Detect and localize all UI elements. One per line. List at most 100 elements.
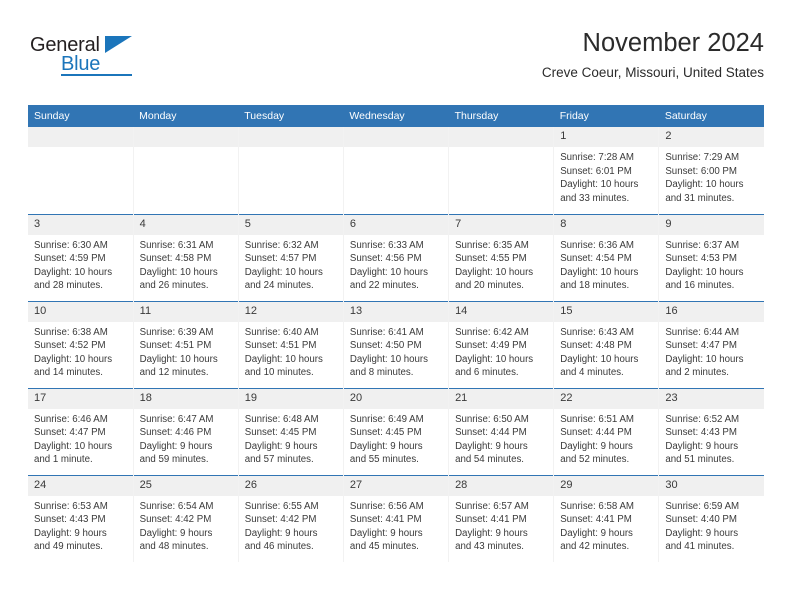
day-cell[interactable]: 7 Sunrise: 6:35 AM Sunset: 4:55 PM Daylight… — [448, 213, 555, 301]
sun-info-line: and 42 minutes. — [560, 541, 630, 553]
day-cell[interactable]: 14 Sunrise: 6:42 AM Sunset: 4:49 PM Dayligh… — [448, 300, 555, 388]
sun-info-line: Sunrise: 7:29 AM — [665, 152, 740, 163]
day-number: 8 — [554, 214, 659, 235]
day-number: 11 — [133, 301, 238, 322]
sun-info: Sunrise: 6:47 AM Sunset: 4:46 PM Daylight:… — [134, 409, 238, 467]
sun-info-line: and 31 minutes. — [665, 192, 735, 204]
sun-info-line: and 18 minutes. — [560, 280, 630, 292]
day-number: 6 — [343, 214, 449, 235]
sun-info-line: Sunrise: 6:35 AM — [455, 239, 529, 251]
sun-info-line: and 33 minutes. — [560, 192, 630, 204]
sun-info: Sunrise: 6:52 AM Sunset: 4:43 PM Daylight:… — [659, 409, 764, 467]
day-cell[interactable]: 5 Sunrise: 6:32 AM Sunset: 4:57 PM Daylight… — [238, 213, 344, 301]
day-cell[interactable]: 11 Sunrise: 6:39 AM Sunset: 4:51 PM Dayligh… — [133, 300, 239, 388]
sun-info-line: Sunset: 4:49 PM — [455, 340, 527, 352]
sun-info: Sunrise: 7:29 AM Sunset: 6:00 PM Daylight:… — [659, 147, 764, 205]
sun-info-line: and 6 minutes. — [455, 367, 519, 379]
sun-info-line: Daylight: 10 hours — [455, 266, 534, 278]
sun-info-line: Sunset: 4:44 PM — [560, 427, 632, 439]
day-cell[interactable]: 2 Sunrise: 7:29 AM Sunset: 6:00 PM Daylight… — [658, 127, 764, 214]
sun-info-line: Sunrise: 6:56 AM — [349, 500, 424, 512]
day-cell-empty — [343, 127, 450, 214]
sun-info-line: Sunrise: 6:32 AM — [244, 239, 319, 251]
sun-info: Sunrise: 6:30 AM Sunset: 4:59 PM Daylight:… — [28, 235, 133, 293]
sun-info-line: and 48 minutes. — [139, 541, 209, 553]
sun-info-line: Sunset: 6:00 PM — [665, 165, 737, 177]
day-number — [343, 127, 449, 147]
sun-info-line: and 4 minutes. — [560, 367, 624, 379]
day-cell[interactable]: 9 Sunrise: 6:37 AM Sunset: 4:53 PM Daylight… — [658, 213, 764, 301]
day-cell[interactable]: 10 Sunrise: 6:38 AM Sunset: 4:52 PM Dayligh… — [28, 300, 134, 388]
day-cell[interactable]: 8 Sunrise: 6:36 AM Sunset: 4:54 PM Daylight… — [553, 213, 660, 301]
sun-info-line: and 16 minutes. — [665, 280, 735, 292]
day-cell-empty — [238, 127, 344, 214]
location-subtitle: Creve Coeur, Missouri, United States — [541, 65, 764, 80]
sun-info-line: Sunrise: 6:40 AM — [244, 326, 319, 338]
day-cell[interactable]: 24 Sunrise: 6:53 AM Sunset: 4:43 PM Dayligh… — [28, 474, 134, 562]
day-cell[interactable]: 16 Sunrise: 6:44 AM Sunset: 4:47 PM Dayligh… — [658, 300, 764, 388]
sun-info-line: Sunrise: 6:30 AM — [34, 239, 108, 251]
day-cell[interactable]: 29 Sunrise: 6:58 AM Sunset: 4:41 PM Dayligh… — [553, 474, 660, 562]
day-cell[interactable]: 15 Sunrise: 6:43 AM Sunset: 4:48 PM Dayligh… — [553, 300, 660, 388]
sun-info: Sunrise: 6:31 AM Sunset: 4:58 PM Daylight:… — [134, 235, 238, 293]
page-header: General Blue November 2024 Creve Coeur, … — [28, 28, 764, 100]
sun-info-line: and 8 minutes. — [349, 367, 414, 379]
sun-info: Sunrise: 6:56 AM Sunset: 4:41 PM Daylight:… — [344, 496, 448, 554]
sun-info-line: and 46 minutes. — [244, 541, 314, 553]
sun-info-line: Sunset: 4:44 PM — [455, 427, 527, 439]
day-cell[interactable]: 30 Sunrise: 6:59 AM Sunset: 4:40 PM Dayligh… — [658, 474, 764, 562]
sun-info — [28, 147, 133, 151]
sun-info: Sunrise: 6:37 AM Sunset: 4:53 PM Daylight:… — [659, 235, 764, 293]
day-cell[interactable]: 21 Sunrise: 6:50 AM Sunset: 4:44 PM Dayligh… — [448, 387, 555, 475]
sun-info-line: and 59 minutes. — [139, 454, 209, 466]
day-cell[interactable]: 20 Sunrise: 6:49 AM Sunset: 4:45 PM Dayligh… — [343, 387, 450, 475]
day-cell[interactable]: 23 Sunrise: 6:52 AM Sunset: 4:43 PM Dayligh… — [658, 387, 764, 475]
day-number: 7 — [449, 214, 554, 235]
day-cell[interactable]: 12 Sunrise: 6:40 AM Sunset: 4:51 PM Dayligh… — [238, 300, 344, 388]
day-cell[interactable]: 3 Sunrise: 6:30 AM Sunset: 4:59 PM Daylight… — [28, 213, 134, 301]
day-cell-empty — [133, 127, 239, 214]
day-cell[interactable]: 17 Sunrise: 6:46 AM Sunset: 4:47 PM Dayligh… — [28, 387, 134, 475]
sun-info: Sunrise: 6:43 AM Sunset: 4:48 PM Daylight:… — [554, 322, 658, 380]
sun-info-line: Sunset: 4:51 PM — [244, 340, 317, 352]
sun-info-line: Sunrise: 6:37 AM — [665, 239, 740, 251]
day-number: 13 — [343, 301, 449, 322]
sun-info-line: Sunrise: 6:55 AM — [244, 500, 319, 512]
week-row: 1 Sunrise: 7:28 AM Sunset: 6:01 PM Daylight… — [28, 127, 764, 214]
day-cell[interactable]: 1 Sunrise: 7:28 AM Sunset: 6:01 PM Daylight… — [553, 127, 660, 214]
day-cell[interactable]: 27 Sunrise: 6:56 AM Sunset: 4:41 PM Dayligh… — [343, 474, 450, 562]
day-cell[interactable]: 22 Sunrise: 6:51 AM Sunset: 4:44 PM Dayligh… — [553, 387, 660, 475]
sun-info-line: and 1 minute. — [34, 454, 93, 466]
day-cell[interactable]: 28 Sunrise: 6:57 AM Sunset: 4:41 PM Dayligh… — [448, 474, 555, 562]
sun-info-line: and 24 minutes. — [244, 280, 314, 292]
day-cell[interactable]: 25 Sunrise: 6:54 AM Sunset: 4:42 PM Dayligh… — [133, 474, 239, 562]
day-number: 23 — [659, 388, 764, 409]
day-cell[interactable]: 18 Sunrise: 6:47 AM Sunset: 4:46 PM Dayligh… — [133, 387, 239, 475]
sun-info-line: and 10 minutes. — [244, 367, 314, 379]
sun-info-line: Sunset: 4:45 PM — [349, 427, 422, 439]
sun-info-line: Sunrise: 6:43 AM — [560, 326, 634, 338]
sun-info-line: Daylight: 10 hours — [665, 266, 744, 278]
sun-info-line: Daylight: 10 hours — [34, 440, 113, 452]
day-cell[interactable]: 13 Sunrise: 6:41 AM Sunset: 4:50 PM Dayligh… — [343, 300, 450, 388]
sun-info-line: Daylight: 9 hours — [139, 527, 213, 539]
sun-info-line: Daylight: 10 hours — [349, 353, 429, 365]
sun-info-line: Sunrise: 6:36 AM — [560, 239, 634, 251]
sun-info-line: Sunset: 4:46 PM — [139, 427, 212, 439]
sun-info-line: Daylight: 9 hours — [349, 440, 423, 452]
day-cell[interactable]: 19 Sunrise: 6:48 AM Sunset: 4:45 PM Dayligh… — [238, 387, 344, 475]
sun-info-line: and 57 minutes. — [244, 454, 314, 466]
day-cell[interactable]: 26 Sunrise: 6:55 AM Sunset: 4:42 PM Dayligh… — [238, 474, 344, 562]
sun-info — [344, 147, 448, 151]
day-number: 2 — [659, 127, 764, 147]
sun-info-line: and 43 minutes. — [455, 541, 524, 553]
week-row: 17 Sunrise: 6:46 AM Sunset: 4:47 PM Dayligh… — [28, 387, 764, 475]
day-cell[interactable]: 4 Sunrise: 6:31 AM Sunset: 4:58 PM Daylight… — [133, 213, 239, 301]
sun-info-line: Sunset: 4:56 PM — [349, 253, 422, 265]
general-blue-logo[interactable]: General Blue — [30, 34, 150, 82]
sun-info-line: Sunset: 4:41 PM — [349, 514, 422, 526]
day-cell[interactable]: 6 Sunrise: 6:33 AM Sunset: 4:56 PM Daylight… — [343, 213, 450, 301]
sun-info-line: and 55 minutes. — [349, 454, 419, 466]
sun-info-line: Sunset: 6:01 PM — [560, 165, 632, 177]
weekday-header-row: Sunday Monday Tuesday Wednesday Thursday Frid… — [28, 105, 764, 127]
